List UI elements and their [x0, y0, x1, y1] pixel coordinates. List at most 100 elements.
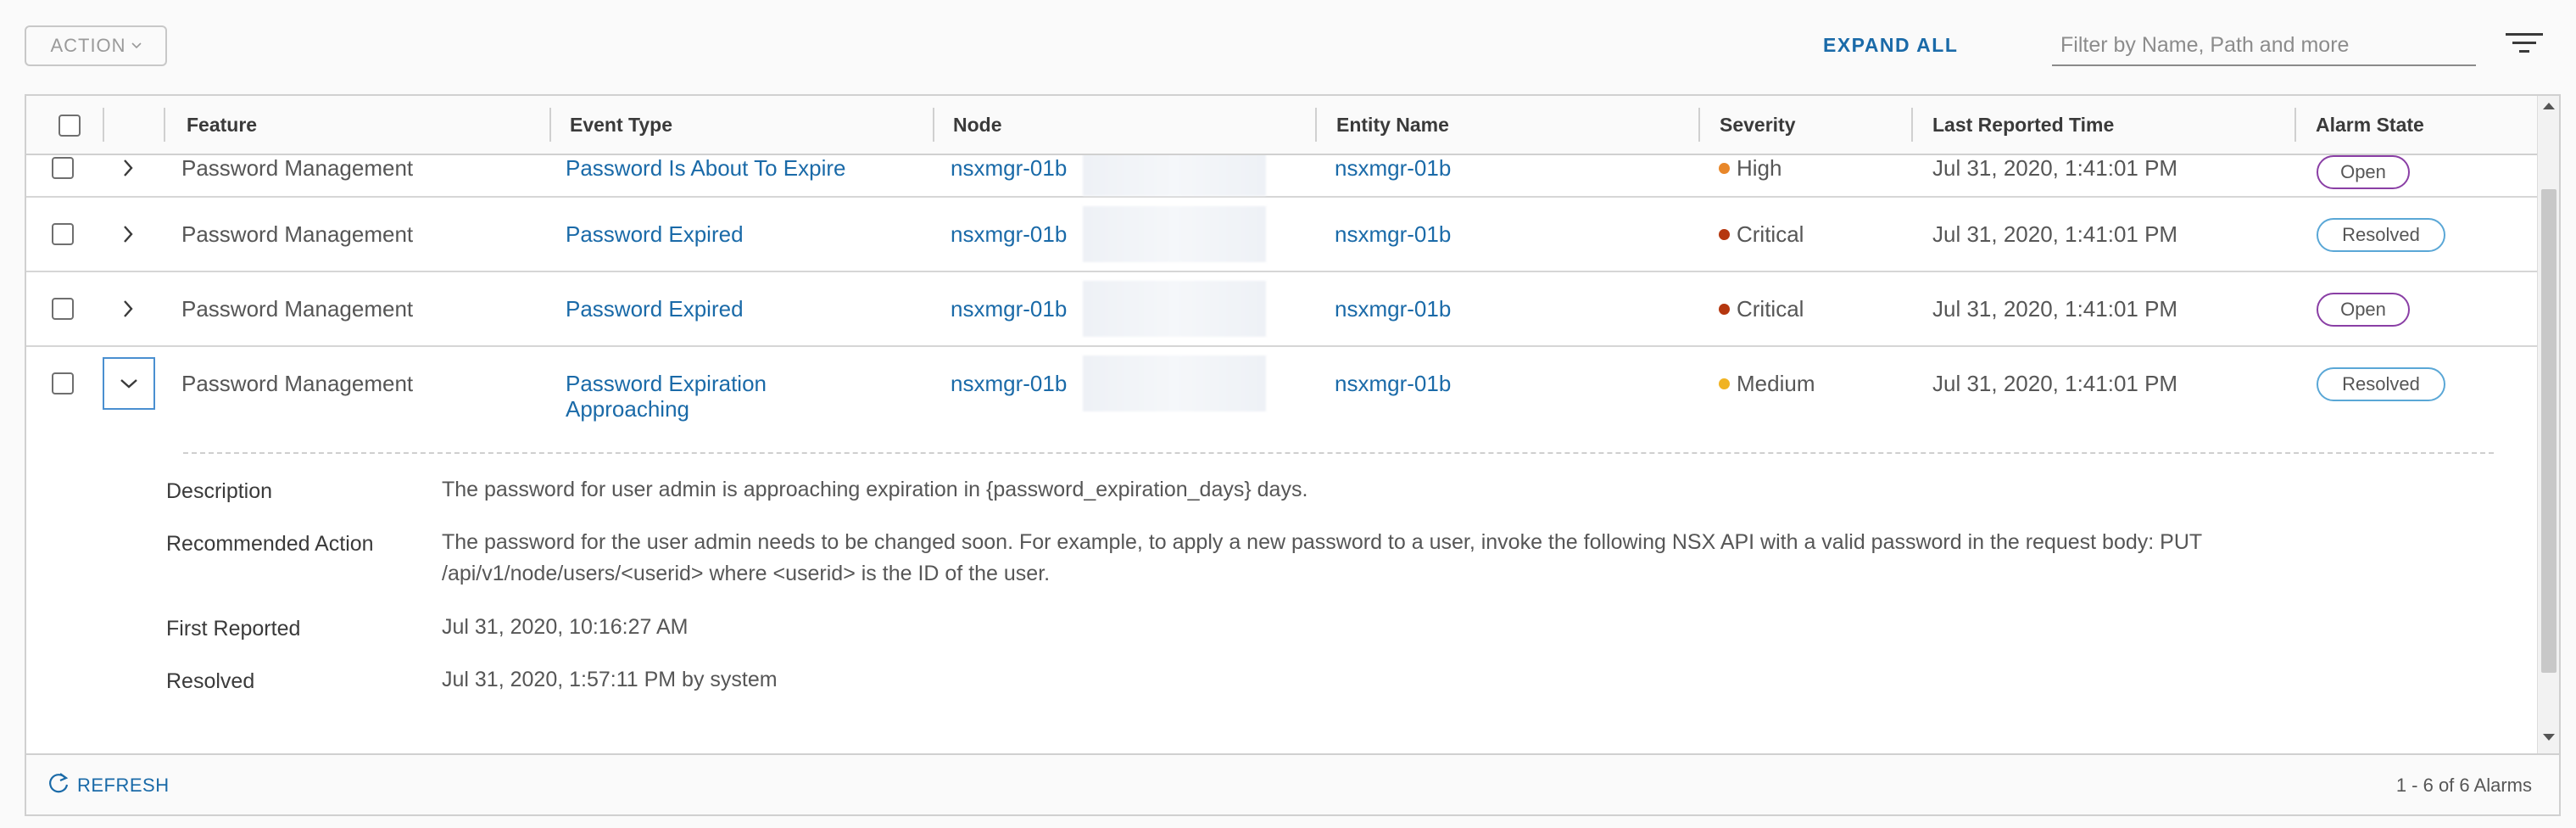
chevron-right-icon[interactable] [114, 221, 142, 248]
detail-label-recommended-action: Recommended Action [166, 532, 374, 556]
grid-footer: REFRESH 1 - 6 of 6 Alarms [26, 753, 2559, 814]
redacted-ip [1083, 355, 1266, 411]
chevron-down-icon [131, 38, 142, 53]
detail-label-resolved: Resolved [166, 669, 255, 693]
cell-feature: Password Management [181, 221, 414, 247]
status-badge: Open [2317, 155, 2410, 189]
detail-value-description: The password for user admin is approachi… [442, 478, 1308, 501]
column-divider[interactable] [2294, 108, 2296, 142]
recommended-action-line: The password for the user admin needs to… [442, 530, 2203, 554]
alarms-datagrid: Feature Event Type Node Entity Name Seve… [25, 94, 2561, 816]
refresh-label: REFRESH [77, 775, 170, 796]
cell-event-type[interactable]: Password Expired [566, 221, 744, 247]
cell-last-reported: Jul 31, 2020, 1:41:01 PM [1932, 155, 2178, 181]
detail-value-resolved: Jul 31, 2020, 1:57:11 PM by system [442, 668, 778, 691]
detail-value-recommended-action: The password for the user admin needs to… [442, 527, 2350, 590]
cell-last-reported: Jul 31, 2020, 1:41:01 PM [1932, 296, 2178, 322]
redacted-ip [1083, 206, 1266, 262]
scroll-down-icon[interactable] [2543, 734, 2555, 741]
cell-entity-name[interactable]: nsxmgr-01b [1335, 296, 1451, 322]
table-row: Password Management Password Is About To… [26, 155, 2537, 198]
event-type-line: Password Expiration [566, 371, 767, 396]
cell-entity-name[interactable]: nsxmgr-01b [1335, 221, 1451, 247]
column-divider [164, 108, 165, 142]
cell-entity-name[interactable]: nsxmgr-01b [1335, 371, 1451, 396]
column-divider[interactable] [1698, 108, 1700, 142]
severity-label: High [1737, 155, 1782, 181]
table-row-expanded: Password Management Password Expiration … [26, 347, 2537, 749]
severity-dot [1719, 303, 1730, 315]
cell-node[interactable]: nsxmgr-01b [951, 221, 1067, 247]
detail-label-description: Description [166, 479, 273, 503]
cell-feature: Password Management [181, 155, 414, 181]
cell-feature: Password Management [181, 371, 414, 396]
redacted-ip [1083, 155, 1266, 196]
cell-event-type[interactable]: Password Expired [566, 296, 744, 322]
chevron-down-icon[interactable] [103, 357, 155, 410]
row-checkbox[interactable] [52, 372, 74, 394]
column-header-severity[interactable]: Severity [1720, 96, 1796, 154]
cell-severity: Critical [1719, 296, 1804, 322]
severity-label: Critical [1737, 296, 1804, 322]
toolbar: ACTION EXPAND ALL [0, 0, 2576, 93]
row-checkbox[interactable] [52, 223, 74, 245]
cell-event-type[interactable]: Password Expiration Approaching [566, 371, 767, 422]
cell-node[interactable]: nsxmgr-01b [951, 155, 1067, 181]
table-row: Password Management Password Expired nsx… [26, 272, 2537, 347]
status-badge: Open [2317, 293, 2410, 327]
column-header-node[interactable]: Node [953, 96, 1002, 154]
severity-label: Critical [1737, 221, 1804, 247]
column-divider[interactable] [1911, 108, 1913, 142]
severity-dot [1719, 378, 1730, 389]
action-button[interactable]: ACTION [25, 25, 167, 66]
scroll-thumb[interactable] [2541, 189, 2556, 673]
column-divider[interactable] [933, 108, 934, 142]
detail-label-first-reported: First Reported [166, 617, 301, 641]
refresh-icon [47, 771, 70, 800]
cell-node[interactable]: nsxmgr-01b [951, 371, 1067, 396]
event-type-line: Approaching [566, 396, 689, 422]
severity-dot [1719, 228, 1730, 240]
filter-input[interactable] [2052, 25, 2476, 66]
row-checkbox[interactable] [52, 157, 74, 179]
detail-value-first-reported: Jul 31, 2020, 10:16:27 AM [442, 615, 689, 639]
vertical-scrollbar[interactable] [2537, 96, 2559, 753]
column-header-event-type[interactable]: Event Type [570, 96, 672, 154]
redacted-ip [1083, 281, 1266, 337]
grid-header: Feature Event Type Node Entity Name Seve… [26, 96, 2537, 155]
table-row: Password Management Password Expired nsx… [26, 198, 2537, 272]
pagination-summary: 1 - 6 of 6 Alarms [2395, 775, 2532, 796]
scroll-up-icon[interactable] [2543, 103, 2555, 109]
row-checkbox[interactable] [52, 298, 74, 320]
column-header-entity-name[interactable]: Entity Name [1336, 96, 1449, 154]
status-badge: Resolved [2317, 218, 2445, 252]
cell-entity-name[interactable]: nsxmgr-01b [1335, 155, 1451, 181]
severity-label: Medium [1737, 371, 1815, 396]
status-badge: Resolved [2317, 367, 2445, 401]
chevron-right-icon[interactable] [114, 155, 142, 182]
severity-dot [1719, 162, 1730, 174]
column-divider [103, 108, 104, 142]
column-header-last-reported[interactable]: Last Reported Time [1932, 96, 2114, 154]
select-all-checkbox[interactable] [59, 115, 81, 137]
cell-event-type[interactable]: Password Is About To Expire [566, 155, 845, 181]
grid-body: Password Management Password Is About To… [26, 155, 2537, 749]
filter-lines-icon[interactable] [2506, 31, 2543, 56]
cell-last-reported: Jul 31, 2020, 1:41:01 PM [1932, 371, 2178, 396]
cell-severity: Critical [1719, 221, 1804, 247]
action-button-label: ACTION [50, 35, 126, 56]
cell-severity: Medium [1719, 371, 1815, 396]
column-header-feature[interactable]: Feature [187, 96, 257, 154]
cell-last-reported: Jul 31, 2020, 1:41:01 PM [1932, 221, 2178, 247]
column-header-alarm-state[interactable]: Alarm State [2316, 96, 2424, 154]
cell-feature: Password Management [181, 296, 414, 322]
recommended-action-line: /api/v1/node/users/<userid> where <useri… [442, 562, 1051, 585]
column-divider[interactable] [549, 108, 551, 142]
cell-node[interactable]: nsxmgr-01b [951, 296, 1067, 322]
cell-severity: High [1719, 155, 1781, 181]
details-divider [183, 452, 2494, 454]
refresh-button[interactable]: REFRESH [47, 769, 170, 803]
column-divider[interactable] [1315, 108, 1317, 142]
expand-all-button[interactable]: EXPAND ALL [1823, 28, 1958, 62]
chevron-right-icon[interactable] [114, 295, 142, 322]
